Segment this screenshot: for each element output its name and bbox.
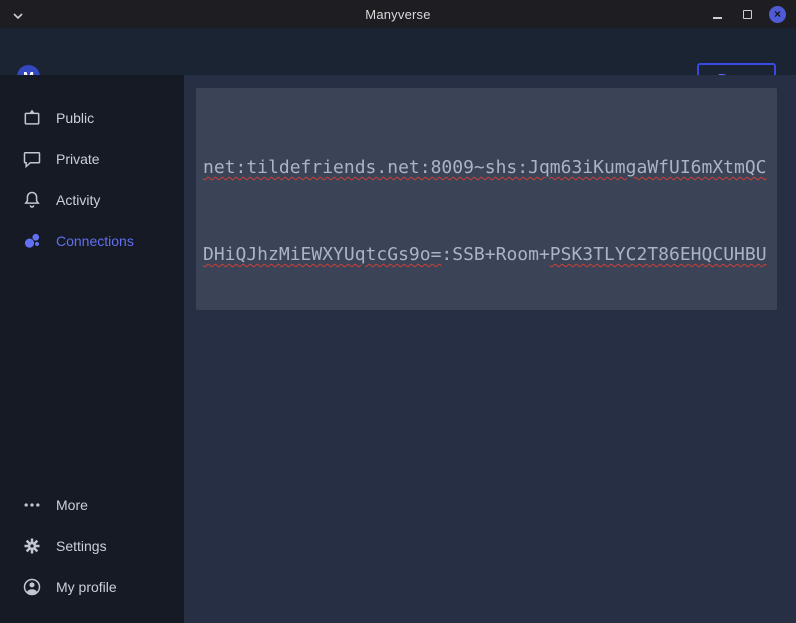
sidebar-item-private[interactable]: Private	[0, 138, 184, 179]
window-controls: ×	[709, 0, 786, 28]
titlebar: Manyverse ×	[0, 0, 796, 28]
swarm-connections-icon	[22, 231, 42, 251]
minimize-button[interactable]	[709, 6, 726, 23]
sidebar: Public Private Activity	[0, 75, 184, 623]
invite-line-1: net:tildefriends.net:8009~shs:Jqm63iKumg…	[203, 153, 768, 182]
sidebar-item-connections[interactable]: Connections	[0, 220, 184, 261]
manyverse-window: Manyverse × M ← Done Public	[0, 0, 796, 623]
sidebar-item-activity[interactable]: Activity	[0, 179, 184, 220]
sidebar-item-label: Connections	[56, 233, 134, 249]
sidebar-item-my-profile[interactable]: My profile	[0, 566, 184, 607]
bell-icon	[22, 190, 42, 210]
sidebar-item-label: Private	[56, 151, 100, 167]
sidebar-item-more[interactable]: More	[0, 484, 184, 525]
window-menu-chevron-icon[interactable]	[12, 8, 24, 18]
invite-line-2: DHiQJhzMiEWXYUqtcGs9o=:SSB+Room+PSK3TLYC…	[203, 240, 768, 269]
sidebar-item-label: Settings	[56, 538, 107, 554]
app-header: M ← Done	[0, 28, 796, 75]
restore-button[interactable]	[739, 6, 756, 23]
main-content: net:tildefriends.net:8009~shs:Jqm63iKumg…	[184, 75, 796, 623]
bulletin-board-icon	[22, 108, 42, 128]
message-bubble-icon	[22, 149, 42, 169]
restore-icon	[743, 10, 752, 19]
profile-person-icon	[22, 577, 42, 597]
close-icon: ×	[774, 8, 781, 20]
sidebar-spacer	[0, 261, 184, 484]
gear-icon	[22, 536, 42, 556]
sidebar-item-public[interactable]: Public	[0, 97, 184, 138]
sidebar-item-label: Activity	[56, 192, 100, 208]
minimize-icon	[713, 17, 722, 19]
invite-code-input[interactable]: net:tildefriends.net:8009~shs:Jqm63iKumg…	[196, 88, 777, 310]
more-dots-icon	[22, 495, 42, 515]
sidebar-item-label: My profile	[56, 579, 117, 595]
close-button[interactable]: ×	[769, 6, 786, 23]
sidebar-item-label: Public	[56, 110, 94, 126]
window-title: Manyverse	[0, 7, 796, 22]
sidebar-item-settings[interactable]: Settings	[0, 525, 184, 566]
sidebar-item-label: More	[56, 497, 88, 513]
app-body: Public Private Activity	[0, 75, 796, 623]
